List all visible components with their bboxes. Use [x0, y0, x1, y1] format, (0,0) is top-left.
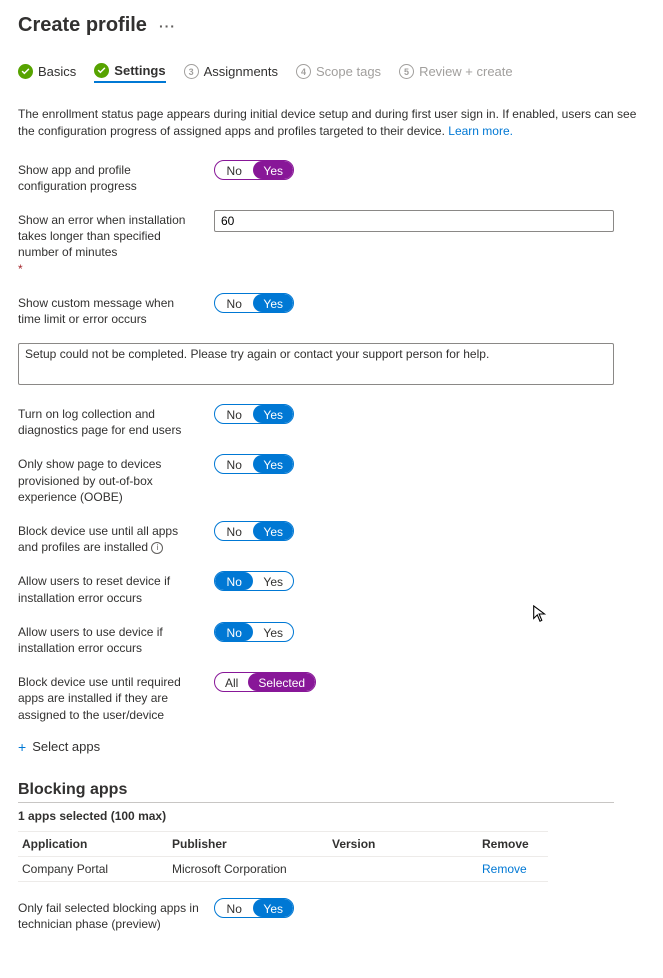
toggle-yes[interactable]: Yes [253, 623, 293, 641]
toggle-custom-message[interactable]: No Yes [214, 293, 294, 313]
required-indicator: * [18, 261, 200, 277]
toggle-block-required[interactable]: All Selected [214, 672, 316, 692]
label-oobe: Only show page to devices provisioned by… [18, 454, 200, 505]
label-text: Show an error when installation takes lo… [18, 213, 185, 259]
step-label: Assignments [204, 64, 278, 79]
label-block-required: Block device use until required apps are… [18, 672, 200, 723]
toggle-allow-reset[interactable]: No Yes [214, 571, 294, 591]
col-application: Application [18, 831, 168, 856]
table-row: Company Portal Microsoft Corporation Rem… [18, 856, 548, 881]
intro-text: The enrollment status page appears durin… [18, 107, 636, 138]
step-scope-tags: 4 Scope tags [296, 64, 381, 82]
label-custom-message: Show custom message when time limit or e… [18, 293, 200, 327]
remove-app-link[interactable]: Remove [482, 862, 527, 876]
label-fail-selected: Only fail selected blocking apps in tech… [18, 898, 200, 932]
step-label: Scope tags [316, 64, 381, 79]
step-number-icon: 3 [184, 64, 199, 79]
step-review-create: 5 Review + create [399, 64, 513, 82]
step-label: Review + create [419, 64, 513, 79]
learn-more-link[interactable]: Learn more. [448, 124, 513, 138]
plus-icon: + [18, 739, 26, 755]
toggle-fail-selected[interactable]: No Yes [214, 898, 294, 918]
step-assignments[interactable]: 3 Assignments [184, 64, 278, 82]
blocking-apps-table: Application Publisher Version Remove Com… [18, 831, 548, 882]
page-title-text: Create profile [18, 14, 147, 37]
label-allow-reset: Allow users to reset device if installat… [18, 571, 200, 605]
step-basics[interactable]: Basics [18, 64, 76, 82]
col-publisher: Publisher [168, 831, 328, 856]
select-apps-button[interactable]: + Select apps [18, 739, 645, 755]
toggle-show-progress[interactable]: No Yes [214, 160, 294, 180]
toggle-log-collection[interactable]: No Yes [214, 404, 294, 424]
toggle-no[interactable]: No [215, 294, 253, 312]
toggle-no[interactable]: No [215, 522, 253, 540]
apps-selected-count: 1 apps selected (100 max) [18, 809, 645, 823]
toggle-no[interactable]: No [215, 455, 253, 473]
label-show-progress: Show app and profile configuration progr… [18, 160, 200, 194]
step-settings[interactable]: Settings [94, 63, 165, 83]
step-number-icon: 5 [399, 64, 414, 79]
toggle-yes[interactable]: Yes [253, 294, 293, 312]
label-block-all: Block device use until all apps and prof… [18, 521, 200, 555]
label-show-error-minutes: Show an error when installation takes lo… [18, 210, 200, 277]
toggle-selected[interactable]: Selected [248, 673, 315, 691]
col-remove: Remove [478, 831, 548, 856]
input-custom-message[interactable] [18, 343, 614, 385]
toggle-yes[interactable]: Yes [253, 405, 293, 423]
toggle-yes[interactable]: Yes [253, 455, 293, 473]
toggle-all[interactable]: All [215, 673, 248, 691]
toggle-yes[interactable]: Yes [253, 572, 293, 590]
page-title: Create profile ··· [18, 14, 645, 37]
toggle-yes[interactable]: Yes [253, 522, 293, 540]
section-blocking-apps: Blocking apps [18, 781, 614, 803]
step-number-icon: 4 [296, 64, 311, 79]
label-allow-use: Allow users to use device if installatio… [18, 622, 200, 656]
input-minutes[interactable] [214, 210, 614, 232]
toggle-no[interactable]: No [215, 623, 253, 641]
toggle-oobe[interactable]: No Yes [214, 454, 294, 474]
check-icon [18, 64, 33, 79]
step-label: Basics [38, 64, 76, 79]
cell-version [328, 856, 478, 881]
select-apps-label: Select apps [32, 739, 100, 754]
cell-publisher: Microsoft Corporation [168, 856, 328, 881]
toggle-no[interactable]: No [215, 572, 253, 590]
toggle-yes[interactable]: Yes [253, 899, 293, 917]
cell-app: Company Portal [18, 856, 168, 881]
info-icon[interactable]: i [151, 542, 163, 554]
col-version: Version [328, 831, 478, 856]
step-label: Settings [114, 63, 165, 78]
toggle-allow-use[interactable]: No Yes [214, 622, 294, 642]
check-icon [94, 63, 109, 78]
toggle-yes[interactable]: Yes [253, 161, 293, 179]
wizard-steps: Basics Settings 3 Assignments 4 Scope ta… [18, 63, 645, 86]
more-actions-icon[interactable]: ··· [159, 18, 176, 34]
toggle-no[interactable]: No [215, 899, 253, 917]
label-log-collection: Turn on log collection and diagnostics p… [18, 404, 200, 438]
toggle-no[interactable]: No [215, 161, 253, 179]
intro-text-block: The enrollment status page appears durin… [18, 106, 645, 140]
toggle-no[interactable]: No [215, 405, 253, 423]
toggle-block-all[interactable]: No Yes [214, 521, 294, 541]
